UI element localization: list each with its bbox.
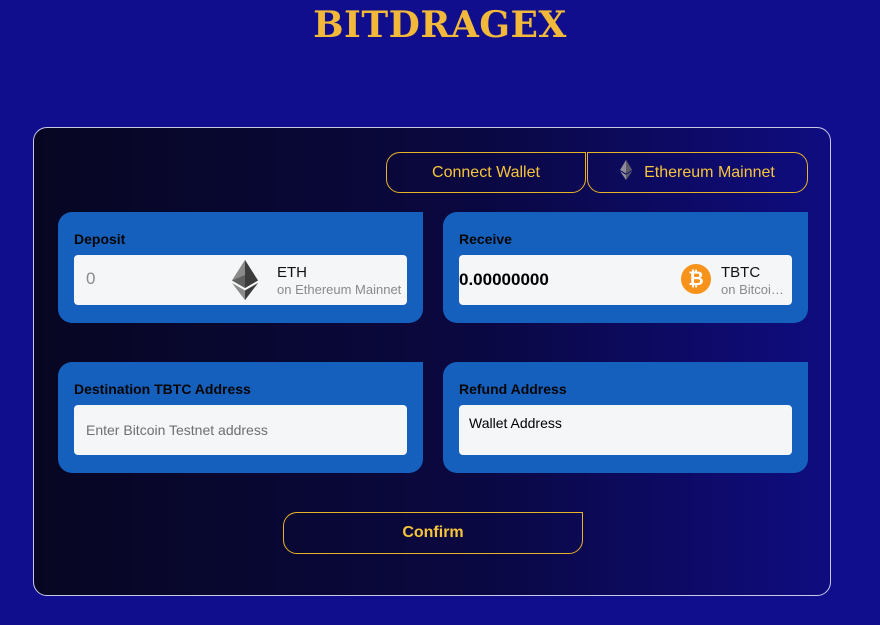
receive-label: Receive — [459, 231, 512, 247]
refund-address-value[interactable]: Wallet Address — [469, 415, 562, 431]
ethereum-icon[interactable] — [232, 260, 258, 305]
refund-label: Refund Address — [459, 381, 567, 397]
network-label: Ethereum Mainnet — [644, 163, 775, 181]
deposit-token-symbol[interactable]: ETH — [277, 264, 307, 281]
deposit-token-network: on Ethereum Mainnet — [277, 282, 402, 297]
deposit-amount-input[interactable] — [84, 268, 228, 290]
deposit-field: ETH on Ethereum Mainnet — [74, 255, 407, 305]
destination-field — [74, 405, 407, 455]
deposit-label: Deposit — [74, 231, 126, 247]
destination-label: Destination TBTC Address — [74, 381, 251, 397]
deposit-card: Deposit ETH on Ethereum Mainnet — [58, 212, 423, 323]
swap-panel: Connect Wallet Ethereum Mainnet Deposit — [33, 127, 831, 596]
receive-token-network: on Bitcoin Testnet — [721, 282, 791, 297]
confirm-button[interactable]: Confirm — [283, 512, 583, 554]
ethereum-icon — [620, 160, 633, 185]
receive-field: 0.00000000 ₿ TBTC on Bitcoin Testnet — [459, 255, 792, 305]
receive-token-symbol[interactable]: TBTC — [721, 264, 760, 281]
receive-card: Receive 0.00000000 ₿ TBTC on Bitcoin Tes… — [443, 212, 808, 323]
refund-field[interactable]: Wallet Address — [459, 405, 792, 455]
bitcoin-icon[interactable]: ₿ — [681, 264, 711, 294]
destination-address-input[interactable] — [84, 421, 398, 439]
connect-wallet-button[interactable]: Connect Wallet — [386, 152, 586, 193]
refund-card: Refund Address Wallet Address — [443, 362, 808, 473]
network-selector-button[interactable]: Ethereum Mainnet — [587, 152, 808, 193]
destination-card: Destination TBTC Address — [58, 362, 423, 473]
brand-logo: BITDRAGEX — [313, 4, 567, 46]
receive-amount: 0.00000000 — [459, 270, 549, 289]
